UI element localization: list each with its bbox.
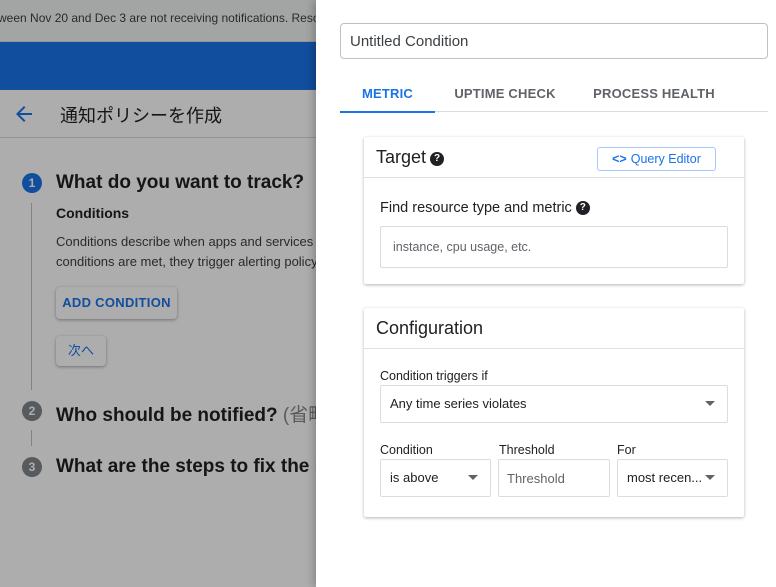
dropdown-caret-icon <box>705 401 715 406</box>
help-icon[interactable]: ? <box>575 201 590 215</box>
for-duration-select[interactable]: most recen... <box>617 459 728 497</box>
target-title: Target? <box>376 147 445 168</box>
condition-side-panel: METRIC UPTIME CHECK PROCESS HEALTH Targe… <box>316 0 776 587</box>
configuration-card-header: Configuration <box>364 308 744 349</box>
tab-uptime-check[interactable]: UPTIME CHECK <box>447 75 563 112</box>
resource-metric-search-input[interactable] <box>380 226 728 268</box>
condition-name-input[interactable] <box>340 23 768 59</box>
threshold-input[interactable] <box>498 459 610 497</box>
query-editor-button[interactable]: <> Query Editor <box>597 147 716 171</box>
target-card: Target? <> Query Editor Find resource typ… <box>364 137 744 284</box>
find-resource-label: Find resource type and metric? <box>380 200 590 216</box>
tab-metric[interactable]: METRIC <box>340 75 435 113</box>
dropdown-caret-icon <box>468 475 478 480</box>
threshold-label: Threshold <box>499 443 555 457</box>
condition-triggers-label: Condition triggers if <box>380 369 488 383</box>
target-card-header: Target? <> Query Editor <box>364 137 744 178</box>
dropdown-caret-icon <box>705 475 715 480</box>
condition-triggers-select[interactable]: Any time series violates <box>380 385 728 423</box>
condition-select[interactable]: is above <box>380 459 491 497</box>
code-brackets-icon: <> <box>612 152 627 166</box>
configuration-card: Configuration Condition triggers if Any … <box>364 308 744 517</box>
configuration-title: Configuration <box>376 318 484 338</box>
tab-process-health[interactable]: PROCESS HEALTH <box>589 75 719 112</box>
help-icon[interactable]: ? <box>430 152 445 166</box>
condition-type-tabs: METRIC UPTIME CHECK PROCESS HEALTH <box>340 75 768 113</box>
for-label: For <box>617 443 636 457</box>
condition-label: Condition <box>380 443 433 457</box>
